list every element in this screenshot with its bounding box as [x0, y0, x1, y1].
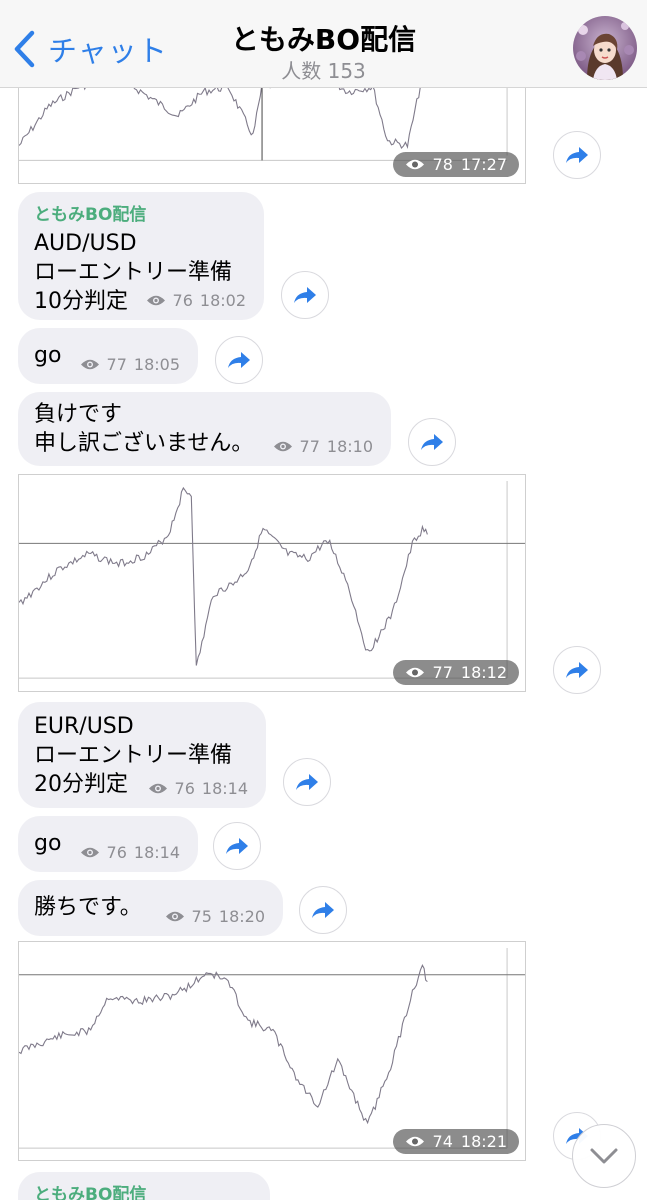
- photo-meta: 77 18:12: [392, 660, 519, 685]
- message-time: 18:20: [218, 907, 265, 926]
- eye-icon: [273, 441, 292, 452]
- message-meta: 76 18:14: [148, 779, 248, 798]
- share-button[interactable]: [553, 131, 601, 179]
- eye-icon: [80, 359, 99, 370]
- message-time: 18:14: [133, 843, 180, 862]
- channel-title[interactable]: ともみBO配信: [0, 18, 647, 58]
- eye-icon: [405, 667, 424, 678]
- message-bubble[interactable]: EUR/USD ローエントリー準備 20分判定 76 18:14: [18, 702, 266, 808]
- view-count: 76: [172, 291, 193, 310]
- message-meta: 77 18:10: [273, 437, 373, 456]
- view-count: 77: [299, 437, 320, 456]
- share-button[interactable]: [299, 886, 347, 934]
- share-button[interactable]: [281, 271, 329, 319]
- view-count: 74: [432, 1132, 453, 1151]
- share-arrow-icon: [296, 774, 318, 790]
- share-arrow-icon: [312, 902, 334, 918]
- message-time: 18:10: [326, 437, 373, 456]
- eye-icon: [146, 295, 165, 306]
- sender-name[interactable]: ともみBO配信: [34, 200, 248, 225]
- share-arrow-icon: [566, 662, 588, 678]
- message-meta: 77 18:05: [80, 355, 180, 374]
- share-arrow-icon: [228, 352, 250, 368]
- sender-name[interactable]: ともみBO配信: [34, 1180, 254, 1200]
- message-list[interactable]: 78 17:27 ともみBO配信 AUD/USD ローエントリー準備 10分判定…: [0, 88, 647, 1200]
- view-count: 77: [106, 355, 127, 374]
- member-count: 人数 153: [281, 59, 366, 83]
- chat-header: チャット ともみBO配信 人数 153: [0, 0, 647, 88]
- message-time: 18:21: [460, 1132, 507, 1151]
- message-bubble[interactable]: go 76 18:14: [18, 816, 198, 872]
- eye-icon: [165, 911, 184, 922]
- chevron-down-icon: [590, 1148, 618, 1164]
- view-count: 76: [106, 843, 127, 862]
- chart-photo[interactable]: 78 17:27: [18, 88, 526, 184]
- message-time: 18:05: [133, 355, 180, 374]
- message-time: 18:12: [460, 663, 507, 682]
- message-meta: 76 18:02: [146, 291, 246, 310]
- share-arrow-icon: [226, 838, 248, 854]
- photo-meta: 78 17:27: [392, 152, 519, 177]
- message-bubble[interactable]: go 77 18:05: [18, 328, 198, 384]
- share-button[interactable]: [283, 758, 331, 806]
- eye-icon: [405, 1136, 424, 1147]
- share-button[interactable]: [215, 336, 263, 384]
- view-count: 76: [174, 779, 195, 798]
- share-arrow-icon: [566, 147, 588, 163]
- share-arrow-icon: [421, 434, 443, 450]
- chart-photo[interactable]: 77 18:12: [18, 474, 526, 692]
- share-button[interactable]: [553, 646, 601, 694]
- eye-icon: [148, 783, 167, 794]
- share-button[interactable]: [213, 822, 261, 870]
- view-count: 77: [432, 663, 453, 682]
- view-count: 78: [432, 155, 453, 174]
- message-meta: 76 18:14: [80, 843, 180, 862]
- message-time: 17:27: [460, 155, 507, 174]
- message-bubble[interactable]: ともみBO配信 AUD/USD ローエントリー準備 10分判定 76 18:02: [18, 192, 264, 320]
- eye-icon: [405, 159, 424, 170]
- price-chart-image: [19, 947, 525, 1149]
- chart-photo[interactable]: 74 18:21: [18, 941, 526, 1161]
- message-time: 18:02: [199, 291, 246, 310]
- message-time: 18:14: [201, 779, 248, 798]
- message-bubble[interactable]: 負けです 申し訳ございません。 77 18:10: [18, 392, 391, 466]
- message-bubble[interactable]: 勝ちです。 75 18:20: [18, 880, 283, 936]
- price-chart-image: [19, 480, 525, 679]
- eye-icon: [80, 847, 99, 858]
- share-button[interactable]: [408, 418, 456, 466]
- share-arrow-icon: [294, 287, 316, 303]
- channel-avatar[interactable]: [573, 16, 637, 80]
- message-bubble[interactable]: ともみBO配信: [18, 1172, 270, 1200]
- scroll-to-bottom-button[interactable]: [572, 1124, 636, 1188]
- message-meta: 75 18:20: [165, 907, 265, 926]
- photo-meta: 74 18:21: [392, 1129, 519, 1154]
- view-count: 75: [191, 907, 212, 926]
